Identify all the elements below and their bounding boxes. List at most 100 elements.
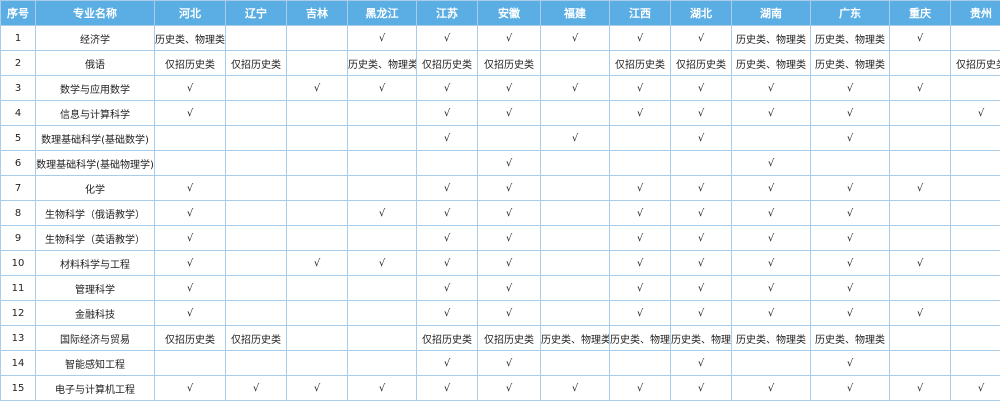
table-row: 5 数理基础科学(基础数学) √ √ √ √ xyxy=(0,125,1000,151)
province-cell xyxy=(225,100,287,126)
province-cell: √ xyxy=(416,175,478,201)
province-cell: √ xyxy=(670,250,732,276)
table-row: 12 金融科技 √ √ √ √ √ √ √ √ xyxy=(0,300,1000,326)
province-cell: √ xyxy=(731,200,811,226)
province-cell xyxy=(889,325,951,351)
province-cell: √ xyxy=(347,25,417,51)
province-cell xyxy=(889,150,951,176)
province-cell xyxy=(540,100,610,126)
major-name-cell: 生物科学（俄语教学） xyxy=(35,200,155,226)
province-cell xyxy=(286,325,348,351)
province-cell: 仅招历史类 xyxy=(416,50,478,76)
province-cell xyxy=(889,225,951,251)
province-cell: √ xyxy=(286,75,348,101)
province-cell: √ xyxy=(477,150,541,176)
province-cell: √ xyxy=(889,300,951,326)
row-number-cell: 7 xyxy=(0,175,36,201)
column-header: 辽宁 xyxy=(225,0,287,26)
province-cell: 仅招历史类 xyxy=(477,325,541,351)
table-row: 14 智能感知工程 √ √ √ √ xyxy=(0,350,1000,376)
enrollment-table: 序号 专业名称 河北 辽宁 吉林 黑龙江 江苏 安徽 福建 江西 湖北 湖南 广东 重庆 贵州 1 经济学 历史… xyxy=(0,0,1000,401)
province-cell: √ xyxy=(540,125,610,151)
province-cell xyxy=(950,75,1000,101)
major-name-cell: 信息与计算科学 xyxy=(35,100,155,126)
province-cell: √ xyxy=(540,375,610,401)
province-cell: 仅招历史类 xyxy=(416,325,478,351)
major-name-cell: 管理科学 xyxy=(35,275,155,301)
table-row: 11 管理科学 √ √ √ √ √ √ √ xyxy=(0,275,1000,301)
province-cell xyxy=(950,150,1000,176)
province-cell: √ xyxy=(670,200,732,226)
province-cell: √ xyxy=(670,275,732,301)
province-cell xyxy=(154,150,226,176)
province-cell: √ xyxy=(154,100,226,126)
row-number-cell: 2 xyxy=(0,50,36,76)
province-cell: √ xyxy=(286,375,348,401)
table-row: 3 数学与应用数学 √ √ √ √ √ √ √ √ √ √ √ xyxy=(0,75,1000,101)
table-body: 1 经济学 历史类、物理类 √ √ √ √ √ √ 历史类、物理类 历史类、物理类 √ 2 俄语 仅招历史类… xyxy=(0,25,1000,401)
province-cell xyxy=(609,150,671,176)
province-cell: √ xyxy=(731,175,811,201)
province-cell xyxy=(286,100,348,126)
province-cell xyxy=(609,125,671,151)
province-cell: √ xyxy=(810,100,890,126)
province-cell xyxy=(347,175,417,201)
province-cell xyxy=(347,225,417,251)
province-cell: √ xyxy=(416,375,478,401)
province-cell: √ xyxy=(731,150,811,176)
province-cell: √ xyxy=(347,250,417,276)
province-cell xyxy=(477,125,541,151)
province-cell xyxy=(889,350,951,376)
column-header: 广东 xyxy=(810,0,890,26)
province-cell xyxy=(225,275,287,301)
province-cell xyxy=(950,125,1000,151)
province-cell: √ xyxy=(416,100,478,126)
province-cell xyxy=(225,350,287,376)
table-row: 4 信息与计算科学 √ √ √ √ √ √ √ √ xyxy=(0,100,1000,126)
province-cell xyxy=(889,275,951,301)
province-cell: √ xyxy=(731,300,811,326)
province-cell: √ xyxy=(609,300,671,326)
province-cell: √ xyxy=(609,100,671,126)
province-cell: √ xyxy=(889,175,951,201)
province-cell xyxy=(286,50,348,76)
province-cell xyxy=(950,25,1000,51)
province-cell: √ xyxy=(731,375,811,401)
province-cell xyxy=(889,200,951,226)
province-cell: 历史类、物理类 xyxy=(609,325,671,351)
column-header: 湖北 xyxy=(670,0,732,26)
row-number-cell: 9 xyxy=(0,225,36,251)
table-row: 9 生物科学（英语教学） √ √ √ √ √ √ √ xyxy=(0,225,1000,251)
province-cell xyxy=(540,300,610,326)
province-cell: √ xyxy=(670,125,732,151)
province-cell xyxy=(347,325,417,351)
major-name-cell: 化学 xyxy=(35,175,155,201)
province-cell: √ xyxy=(889,250,951,276)
province-cell: √ xyxy=(540,25,610,51)
province-cell: √ xyxy=(670,75,732,101)
province-cell xyxy=(540,200,610,226)
province-cell xyxy=(286,125,348,151)
province-cell xyxy=(347,100,417,126)
province-cell: √ xyxy=(670,100,732,126)
province-cell xyxy=(154,350,226,376)
province-cell: √ xyxy=(810,275,890,301)
province-cell: 历史类、物理类 xyxy=(347,50,417,76)
province-cell: √ xyxy=(670,175,732,201)
province-cell xyxy=(225,200,287,226)
province-cell xyxy=(540,175,610,201)
province-cell xyxy=(731,350,811,376)
province-cell: √ xyxy=(810,175,890,201)
row-number-cell: 12 xyxy=(0,300,36,326)
province-cell xyxy=(225,250,287,276)
province-cell: √ xyxy=(477,175,541,201)
province-cell: 历史类、物理类 xyxy=(810,25,890,51)
province-cell: √ xyxy=(477,350,541,376)
province-cell xyxy=(225,150,287,176)
row-number-cell: 11 xyxy=(0,275,36,301)
column-header: 福建 xyxy=(540,0,610,26)
province-cell: √ xyxy=(477,25,541,51)
province-cell: √ xyxy=(225,375,287,401)
province-cell: √ xyxy=(609,250,671,276)
province-cell xyxy=(416,150,478,176)
